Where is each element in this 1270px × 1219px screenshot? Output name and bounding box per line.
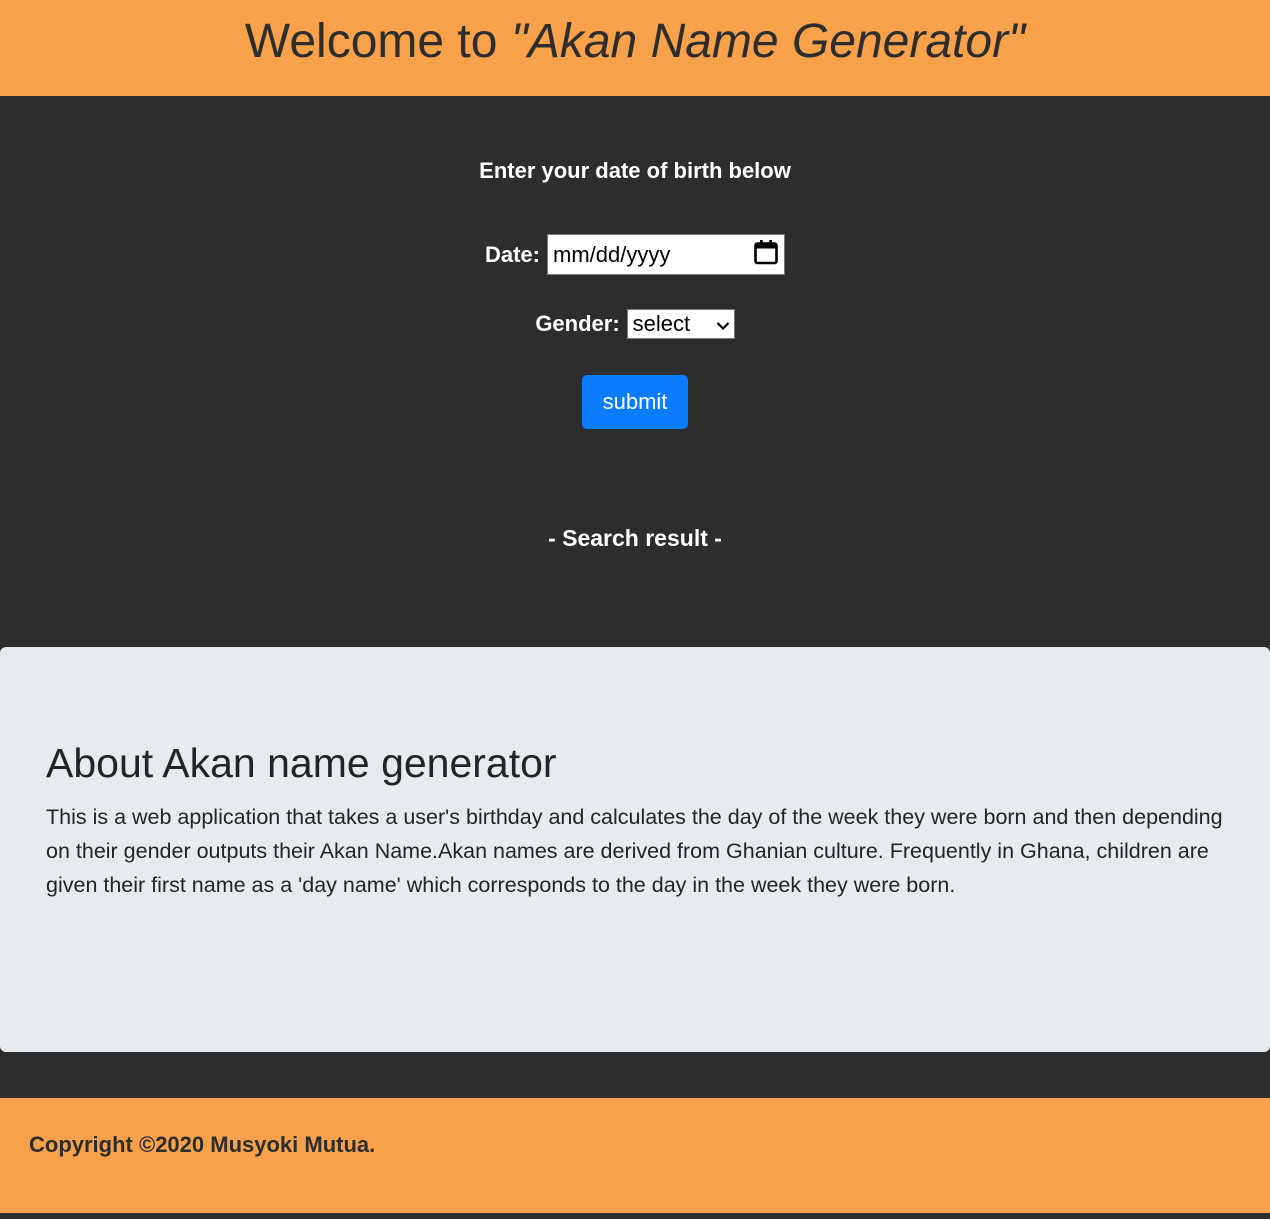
date-input[interactable]: mm/dd/yyyy xyxy=(547,234,785,275)
page-footer: Copyright ©2020 Musyoki Mutua. xyxy=(0,1098,1270,1213)
title-prefix: Welcome to xyxy=(244,15,511,68)
gender-label: Gender: xyxy=(535,310,620,336)
gender-row: Gender: select xyxy=(0,308,1270,339)
page-title: Welcome to "Akan Name Generator" xyxy=(0,0,1270,70)
gender-select-value: select xyxy=(632,310,691,336)
form-prompt: Enter your date of birth below xyxy=(479,158,791,183)
gender-select[interactable]: select xyxy=(626,308,735,339)
about-description: This is a web application that takes a u… xyxy=(46,805,1223,897)
submit-button[interactable]: submit xyxy=(582,375,688,429)
date-row: Date: mm/dd/yyyy xyxy=(0,233,1270,276)
calendar-icon[interactable] xyxy=(754,239,778,271)
title-app-name: "Akan Name Generator" xyxy=(510,15,1026,68)
chevron-down-icon xyxy=(716,311,730,337)
date-label: Date: xyxy=(484,241,540,267)
about-title: About Akan name generator xyxy=(46,740,557,786)
page-header: Welcome to "Akan Name Generator" xyxy=(0,0,1270,96)
birth-date-form: Enter your date of birth below Date: mm/… xyxy=(0,96,1270,647)
search-result-heading: - Search result - xyxy=(548,525,722,551)
copyright-text: Copyright ©2020 Musyoki Mutua. xyxy=(29,1132,376,1157)
date-input-value: mm/dd/yyyy xyxy=(553,241,671,267)
about-section: About Akan name generator This is a web … xyxy=(0,647,1270,1052)
